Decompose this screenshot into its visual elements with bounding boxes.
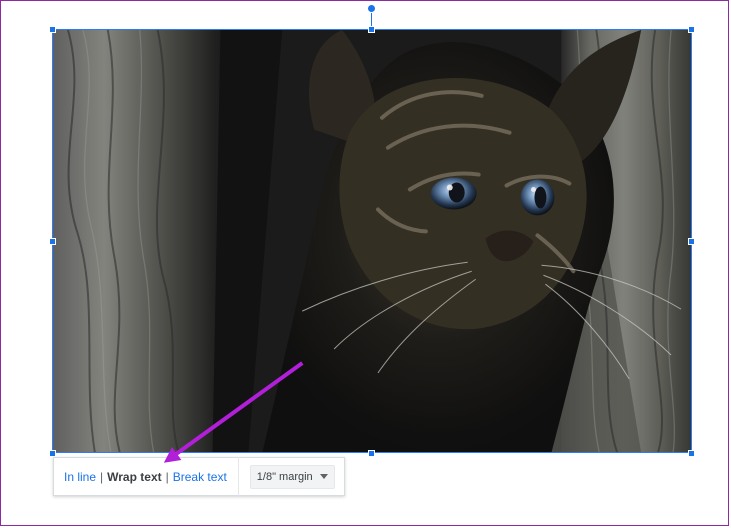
selection-handle-top-right[interactable] [688, 26, 695, 33]
rotate-handle-icon[interactable] [367, 4, 376, 13]
in-line-option[interactable]: In line [64, 471, 96, 483]
selection-handle-bottom-right[interactable] [688, 450, 695, 457]
break-text-option[interactable]: Break text [173, 471, 227, 483]
selected-image[interactable] [52, 29, 692, 453]
image-wrap-toolbar: In line | Wrap text | Break text 1/8" ma… [53, 457, 345, 496]
wrap-options: In line | Wrap text | Break text [54, 471, 227, 483]
margin-dropdown[interactable]: 1/8" margin [249, 464, 335, 489]
selection-handle-bottom-left[interactable] [49, 450, 56, 457]
toolbar-divider [237, 457, 239, 496]
toolbar-separator: | [100, 469, 104, 484]
selection-handle-middle-left[interactable] [49, 238, 56, 245]
chevron-down-icon [319, 474, 328, 479]
toolbar-separator: | [165, 469, 169, 484]
selection-handle-middle-right[interactable] [688, 238, 695, 245]
selection-handle-top-middle[interactable] [368, 26, 375, 33]
kitten-image [53, 30, 691, 452]
wrap-text-option[interactable]: Wrap text [107, 471, 161, 483]
selection-handle-top-left[interactable] [49, 26, 56, 33]
docs-canvas: In line | Wrap text | Break text 1/8" ma… [0, 0, 729, 526]
selection-handle-bottom-middle[interactable] [368, 450, 375, 457]
margin-dropdown-label: 1/8" margin [256, 470, 313, 483]
